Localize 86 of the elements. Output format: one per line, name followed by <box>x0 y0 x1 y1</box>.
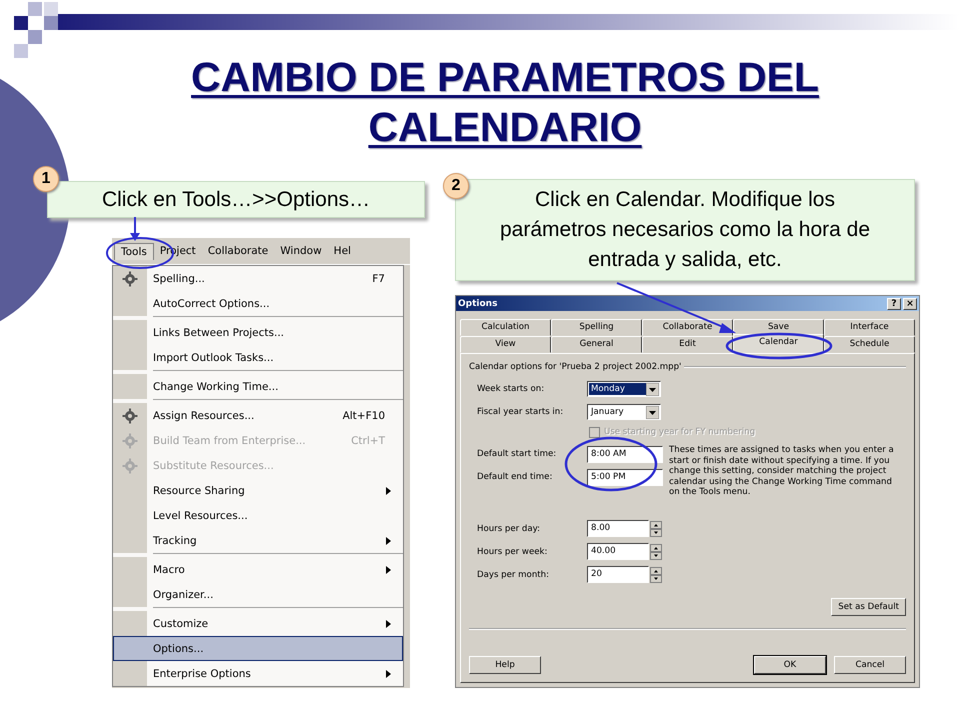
submenu-arrow-icon <box>386 566 391 574</box>
help-button[interactable]: Help <box>469 656 541 674</box>
submenu-arrow-icon <box>386 670 391 678</box>
submenu-arrow-icon <box>386 486 391 494</box>
spinner-arrows-icon <box>650 566 662 583</box>
group-label: Calendar options for 'Prueba 2 project 2002.mpp' <box>469 362 682 372</box>
square-pattern-drawing <box>14 2 58 58</box>
pointer-arrow <box>130 217 140 241</box>
set-as-default-button[interactable]: Set as Default <box>831 598 906 616</box>
menu-item[interactable]: Change Working Time... <box>113 374 403 399</box>
menu-bar-item[interactable]: Tools <box>114 242 154 260</box>
field-label: Fiscal year starts in: <box>477 407 564 417</box>
text-field[interactable]: 5:00 PM <box>587 468 663 486</box>
menu-item-label: Import Outlook Tasks... <box>152 352 275 364</box>
menu-item-label: Macro <box>152 564 186 576</box>
menu-item-label: Build Team from Enterprise... <box>152 434 307 446</box>
menu-item-label: Enterprise Options <box>152 668 252 680</box>
menu-item-label: Substitute Resources... <box>152 460 275 472</box>
menu-item-label: Level Resources... <box>152 510 249 522</box>
gear-icon <box>122 270 138 286</box>
menu-bar-item[interactable]: Window <box>274 243 328 259</box>
menu-item[interactable]: AutoCorrect Options... <box>113 291 403 316</box>
number-field[interactable]: 40.00 <box>587 543 649 560</box>
menu-item[interactable]: Organizer... <box>113 582 403 607</box>
slide-title: CAMBIO DE PARAMETROS DEL CALENDARIO <box>190 53 820 152</box>
menu-bar-item[interactable]: Collaborate <box>202 243 274 259</box>
tab[interactable]: Spelling <box>551 319 642 336</box>
shortcut-text: Alt+F10 <box>342 410 386 422</box>
menu-item-label: Tracking <box>152 534 198 546</box>
help-text: These times are assigned to tasks when you enter a start or finish date without specifying a time. If you change this setting, consider matching the project calendar using the Change Working Time command on the Tools menu. <box>669 445 895 498</box>
tab[interactable]: Edit <box>642 336 733 353</box>
field-label: Default start time: <box>477 449 558 459</box>
menu-item-label: Options... <box>152 642 205 654</box>
gear-icon <box>122 408 138 424</box>
field-label: Week starts on: <box>477 384 546 394</box>
menu-item[interactable]: Tracking <box>113 528 403 553</box>
menu-item-label: Organizer... <box>152 588 214 600</box>
tab[interactable]: Calculation <box>460 319 551 336</box>
gear-icon <box>122 432 138 448</box>
menu-item-label: Resource Sharing <box>152 484 246 496</box>
menu-item[interactable]: Assign Resources... Alt+F10 <box>113 403 403 428</box>
menu-item[interactable]: Import Outlook Tasks... <box>113 345 403 370</box>
menu-item-label: AutoCorrect Options... <box>152 298 271 310</box>
menu-item-label: Links Between Projects... <box>152 326 285 338</box>
number-field[interactable]: 8.00 <box>587 520 649 538</box>
field-label: Hours per week: <box>477 546 548 557</box>
submenu-arrow-icon <box>386 536 391 544</box>
spinner-arrows-icon <box>650 520 662 537</box>
checkbox-label: Use starting year for FY numbering <box>604 427 756 437</box>
menu-item[interactable]: Spelling... F7 <box>113 266 403 291</box>
number-field[interactable]: 20 <box>587 566 649 584</box>
dropdown-arrow-icon <box>646 406 659 418</box>
menu-item[interactable]: Customize <box>113 611 403 636</box>
menu-item[interactable]: Resource Sharing <box>113 478 403 503</box>
spinner-arrows-icon <box>650 544 662 560</box>
menu-item-label: Spelling... <box>152 272 206 284</box>
menu-item-label: Change Working Time... <box>152 380 280 392</box>
dialog-button[interactable]: Cancel <box>834 656 906 674</box>
tab[interactable]: View <box>460 336 551 353</box>
menu-item-label: Customize <box>152 618 210 630</box>
dropdown-field[interactable]: Monday <box>587 381 661 397</box>
menu-item[interactable]: Enterprise Options <box>113 661 403 686</box>
tab[interactable]: Schedule <box>824 336 915 353</box>
dropdown-arrow-icon <box>646 382 659 396</box>
gear-icon <box>122 458 138 474</box>
menu-item[interactable]: Macro <box>113 557 403 582</box>
dialog-button[interactable]: OK <box>754 656 826 674</box>
field-label: Default end time: <box>477 472 554 482</box>
tab[interactable]: Interface <box>824 319 915 336</box>
submenu-arrow-icon <box>386 620 391 628</box>
shortcut-text: Ctrl+T <box>351 434 386 446</box>
field-label: Days per month: <box>477 570 550 580</box>
menu-item[interactable]: Options... <box>113 636 403 661</box>
shortcut-text: F7 <box>372 272 386 284</box>
close-button[interactable]: × <box>903 298 917 310</box>
menu-item-label: Assign Resources... <box>152 410 256 422</box>
menu-item[interactable]: Level Resources... <box>113 503 403 528</box>
tab[interactable]: General <box>551 336 642 353</box>
menu-item[interactable]: Links Between Projects... <box>113 320 403 345</box>
text-field[interactable]: 8:00 AM <box>587 446 663 462</box>
dropdown-field[interactable]: January <box>587 404 661 420</box>
menu-bar-item[interactable]: Hel <box>328 243 357 259</box>
dialog-title: Options <box>458 298 498 308</box>
field-label: Hours per day: <box>477 524 541 534</box>
help-button[interactable]: ? <box>887 298 901 310</box>
step-number-badge: 2 <box>443 173 469 199</box>
